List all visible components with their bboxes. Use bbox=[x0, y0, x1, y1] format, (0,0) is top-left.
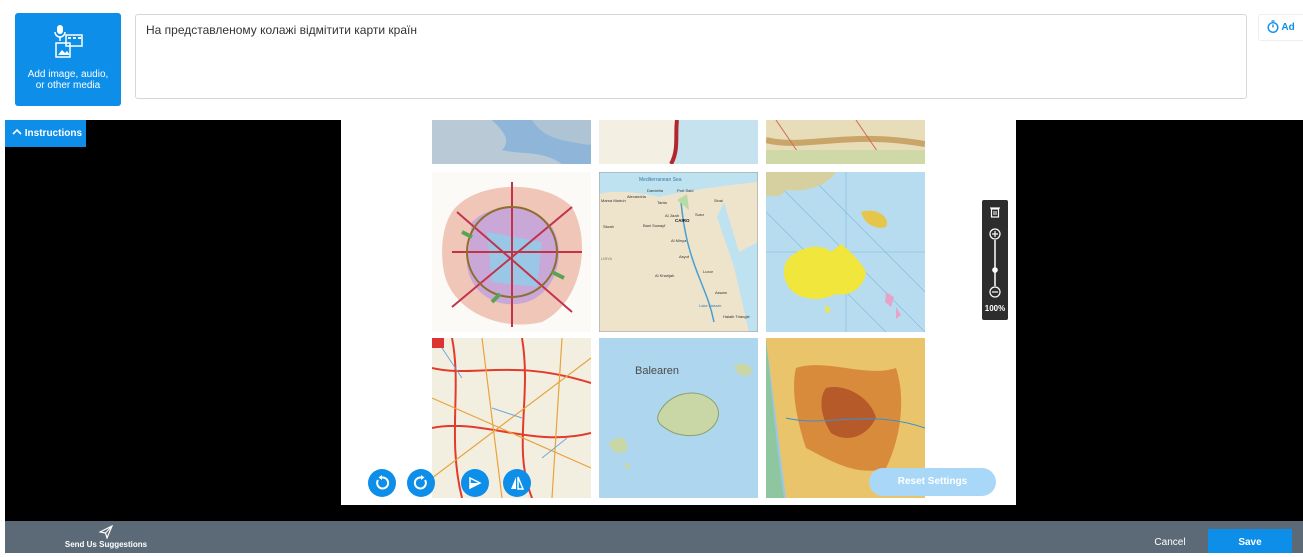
map-egypt-city-8: Suez bbox=[695, 212, 704, 217]
chevron-up-icon bbox=[12, 128, 22, 135]
map-tile-city bbox=[432, 172, 591, 332]
zoom-out-icon[interactable] bbox=[989, 286, 1001, 298]
map-egypt-city-12: Asyut bbox=[679, 254, 690, 259]
send-suggestions-label: Send Us Suggestions bbox=[64, 540, 148, 549]
map-egypt-city-11: Al Minya bbox=[671, 238, 687, 243]
flip-vertical-button[interactable] bbox=[503, 469, 531, 497]
flip-horizontal-button[interactable] bbox=[461, 469, 489, 497]
map-egypt-city-17: Halaib Triangle bbox=[723, 314, 750, 319]
media-label-line1: Add image, audio, bbox=[27, 69, 109, 80]
trash-icon[interactable] bbox=[990, 206, 1000, 218]
map-egypt-city-16: Lake Nasser bbox=[699, 303, 722, 308]
map-egypt-city-14: Luxor bbox=[703, 269, 714, 274]
footer-bar bbox=[5, 521, 1303, 553]
instructions-label: Instructions bbox=[24, 128, 83, 139]
map-tile-egypt: Mediterranean Sea Damietta Port Said Ale… bbox=[599, 172, 758, 332]
rotate-left-button[interactable] bbox=[368, 469, 396, 497]
map-egypt-sea-label: Mediterranean Sea bbox=[639, 177, 682, 183]
map-tile-australia bbox=[766, 172, 925, 332]
map-egypt-city-9: Siwah bbox=[603, 224, 614, 229]
question-text: На представленому колажі відмітити карти… bbox=[146, 23, 417, 37]
add-media-button[interactable]: Add image, audio, or other media bbox=[15, 13, 121, 106]
map-egypt-city-2: Port Said bbox=[677, 188, 693, 193]
save-button[interactable]: Save bbox=[1208, 529, 1292, 553]
media-icon bbox=[54, 25, 83, 58]
zoom-slider[interactable] bbox=[992, 240, 998, 286]
map-baleares-label: Balearen bbox=[635, 365, 679, 377]
flip-vertical-icon bbox=[511, 476, 525, 490]
add-timer-button[interactable]: Ad bbox=[1258, 14, 1303, 41]
map-egypt-city-15: Aswan bbox=[715, 290, 727, 295]
map-egypt-city-3: Alexandria bbox=[627, 194, 647, 199]
rotate-right-icon bbox=[413, 475, 427, 490]
reset-settings-button[interactable]: Reset Settings bbox=[869, 468, 996, 496]
map-egypt-country-label: LIBYA bbox=[601, 256, 612, 261]
map-tile-top-right bbox=[766, 120, 925, 164]
map-egypt-city-5: Marsa Matruh bbox=[601, 198, 626, 203]
map-egypt-city-7: CAIRO bbox=[675, 218, 690, 223]
zoom-in-icon[interactable] bbox=[989, 228, 1001, 240]
map-egypt-city-10: Bani Suwayf bbox=[643, 223, 666, 228]
instructions-toggle[interactable]: Instructions bbox=[5, 120, 86, 147]
flip-horizontal-icon bbox=[469, 476, 482, 490]
question-input[interactable]: На представленому колажі відмітити карти… bbox=[135, 14, 1247, 99]
cancel-button[interactable]: Cancel bbox=[1140, 537, 1200, 548]
map-egypt-city-4: Tanta bbox=[657, 200, 668, 205]
collage-canvas[interactable]: Mediterranean Sea Damietta Port Said Ale… bbox=[341, 120, 1016, 505]
rotate-right-button[interactable] bbox=[407, 469, 435, 497]
add-timer-label: Ad bbox=[1281, 22, 1295, 33]
map-egypt-city-13: Al Kharijah bbox=[655, 273, 674, 278]
paper-plane-icon bbox=[99, 525, 113, 539]
map-egypt-city-1: Damietta bbox=[647, 188, 664, 193]
map-tile-baleares: Balearen bbox=[599, 338, 758, 498]
send-suggestions-button[interactable]: Send Us Suggestions bbox=[61, 525, 151, 549]
map-tile-top-middle bbox=[599, 120, 758, 164]
stopwatch-icon bbox=[1267, 20, 1279, 34]
map-tile-top-left bbox=[432, 120, 591, 164]
zoom-panel: 100% bbox=[982, 200, 1008, 320]
rotate-left-icon bbox=[376, 475, 390, 490]
zoom-level: 100% bbox=[984, 304, 1006, 313]
media-label-line2: or other media bbox=[35, 80, 101, 91]
map-egypt-sinai-label: Sinai bbox=[714, 198, 723, 203]
